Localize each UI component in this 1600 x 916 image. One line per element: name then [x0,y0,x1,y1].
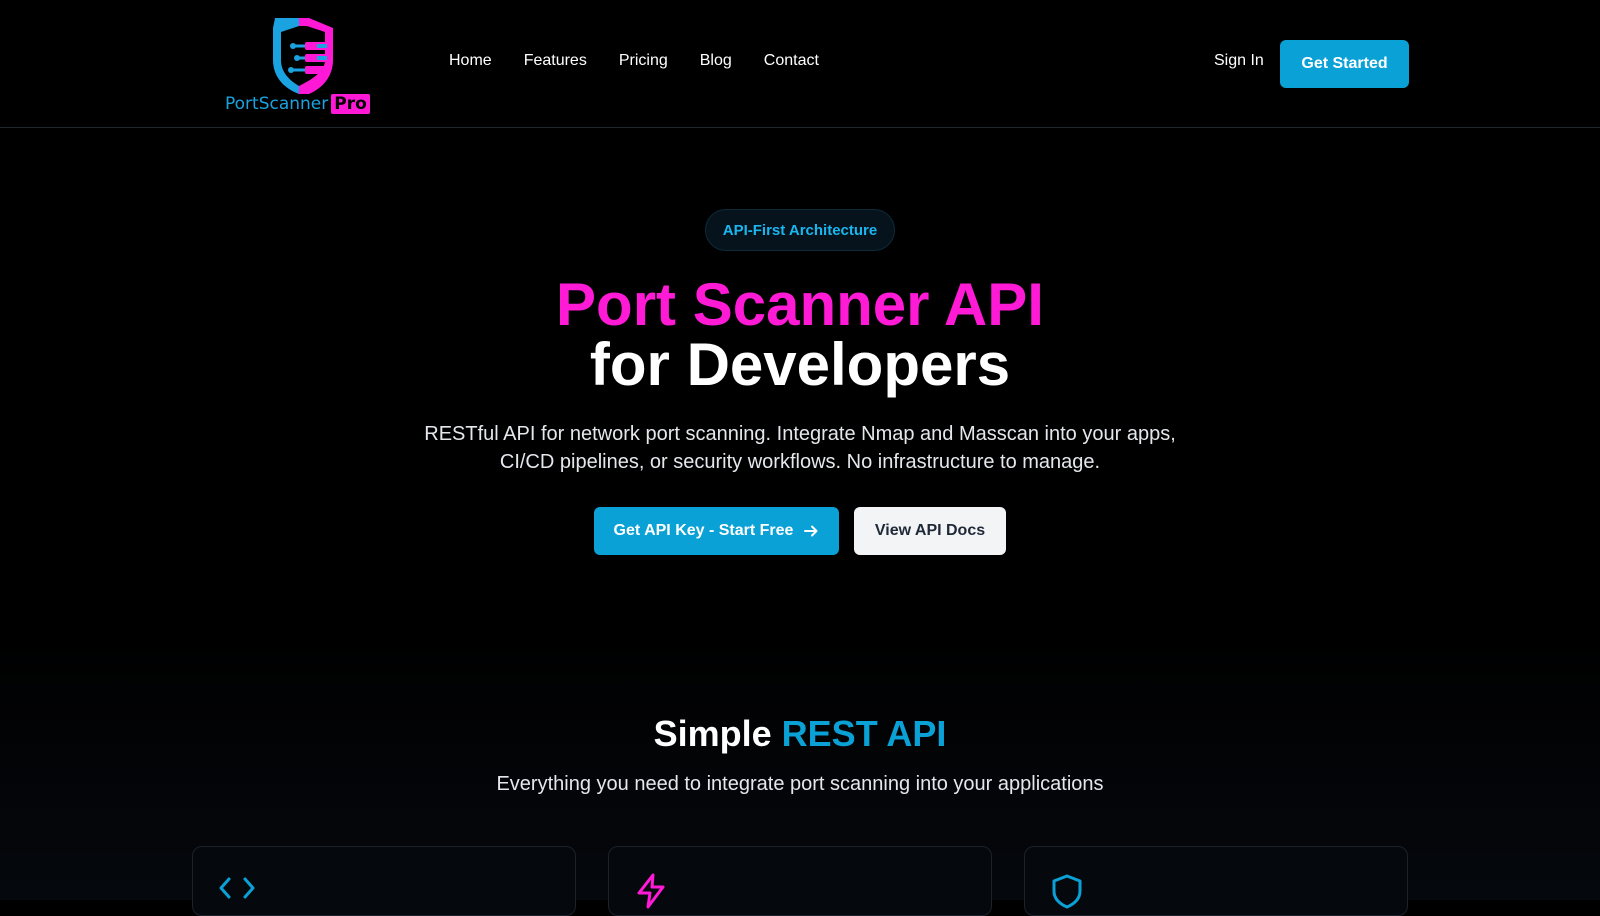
hero-title-line1: Port Scanner API [556,271,1044,338]
lightning-icon [637,873,665,909]
logo-name: PortScanner [225,94,329,114]
feature-card-code [192,846,576,916]
sign-in-link[interactable]: Sign In [1214,52,1264,70]
section-subtitle: Everything you need to integrate port sc… [496,773,1104,795]
site-header: PortScanner Pro Home Features Pricing Blo… [0,0,1600,128]
code-icon [219,877,255,899]
shield-logo-icon [273,18,333,94]
section-title-accent: REST API [781,713,947,754]
logo-wordmark: PortScanner Pro [225,93,370,115]
shield-icon [1052,874,1082,909]
hero-description-line1: RESTful API for network port scanning. I… [424,423,1176,445]
get-api-key-button[interactable]: Get API Key - Start Free [594,507,839,555]
section-title: Simple REST API [0,713,1600,755]
hero-title-line2: for Developers [589,331,1011,398]
api-first-badge: API-First Architecture [705,209,895,251]
nav-features[interactable]: Features [524,52,587,70]
feature-card-security [1024,846,1408,916]
logo-pro-badge: Pro [331,94,370,114]
nav-contact[interactable]: Contact [764,52,819,70]
get-api-key-label: Get API Key - Start Free [613,522,794,539]
arrow-right-icon [804,525,818,537]
nav-blog[interactable]: Blog [700,52,732,70]
hero-description: RESTful API for network port scanning. I… [400,420,1200,476]
logo[interactable]: PortScanner Pro [225,14,385,118]
nav-pricing[interactable]: Pricing [619,52,668,70]
section-title-plain: Simple [653,713,772,754]
main-nav: Home Features Pricing Blog Contact [449,52,819,70]
get-started-button[interactable]: Get Started [1280,40,1409,88]
feature-card-speed [608,846,992,916]
nav-home[interactable]: Home [449,52,492,70]
hero-description-line2: CI/CD pipelines, or security workflows. … [499,451,1101,473]
view-api-docs-button[interactable]: View API Docs [854,507,1006,555]
